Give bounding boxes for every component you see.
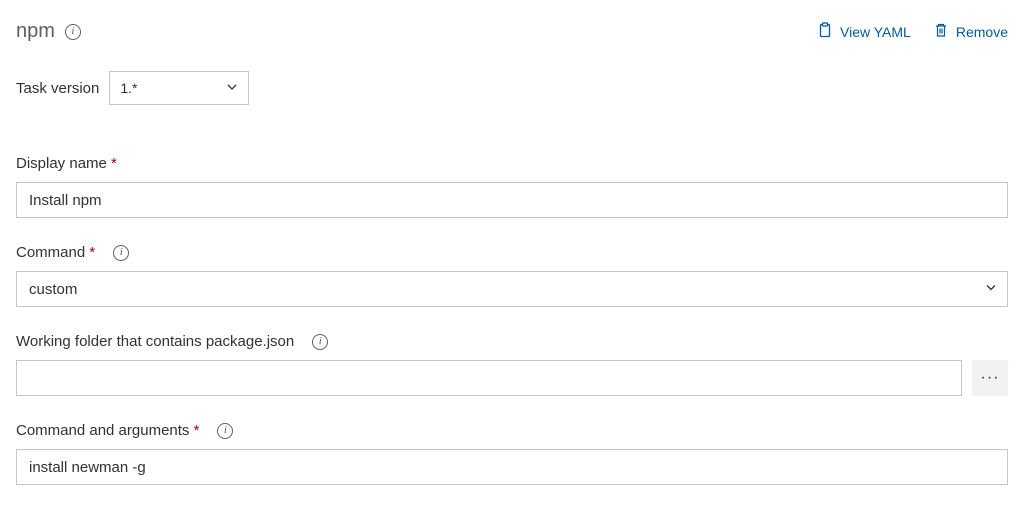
field-label-row: Working folder that contains package.jso…	[16, 333, 1008, 350]
title-wrap: npm	[16, 20, 81, 43]
working-folder-input[interactable]	[16, 360, 962, 396]
working-folder-input-group: ···	[16, 360, 1008, 396]
display-name-input[interactable]	[16, 182, 1008, 218]
header-actions: View YAML Remove	[817, 22, 1008, 41]
info-icon[interactable]	[217, 423, 233, 439]
info-icon[interactable]	[113, 245, 129, 261]
task-version-label: Task version	[16, 80, 99, 97]
display-name-label: Display name *	[16, 155, 117, 172]
view-yaml-button[interactable]: View YAML	[817, 22, 911, 41]
header-row: npm View YAML Remove	[16, 20, 1008, 43]
field-label-row: Command *	[16, 244, 1008, 261]
view-yaml-label: View YAML	[840, 24, 911, 40]
field-label-row: Command and arguments *	[16, 422, 1008, 439]
working-folder-field: Working folder that contains package.jso…	[16, 333, 1008, 396]
command-label: Command *	[16, 244, 95, 261]
info-icon[interactable]	[312, 334, 328, 350]
ellipsis-icon: ···	[981, 369, 1000, 387]
command-args-input[interactable]	[16, 449, 1008, 485]
display-name-field: Display name *	[16, 155, 1008, 218]
command-value: custom	[29, 281, 77, 298]
info-icon[interactable]	[65, 24, 81, 40]
clipboard-icon	[817, 22, 833, 41]
page-title: npm	[16, 20, 55, 43]
remove-button[interactable]: Remove	[933, 22, 1008, 41]
remove-label: Remove	[956, 24, 1008, 40]
command-select[interactable]: custom	[16, 271, 1008, 307]
command-args-field: Command and arguments *	[16, 422, 1008, 485]
task-version-select[interactable]: 1.*	[109, 71, 249, 105]
task-version-row: Task version 1.*	[16, 71, 1008, 105]
field-label-row: Display name *	[16, 155, 1008, 172]
command-field: Command * custom	[16, 244, 1008, 307]
chevron-down-icon	[985, 281, 997, 298]
trash-icon	[933, 22, 949, 41]
browse-button[interactable]: ···	[972, 360, 1008, 396]
task-version-value: 1.*	[120, 80, 137, 96]
chevron-down-icon	[226, 80, 238, 96]
working-folder-label: Working folder that contains package.jso…	[16, 333, 294, 350]
command-args-label: Command and arguments *	[16, 422, 199, 439]
